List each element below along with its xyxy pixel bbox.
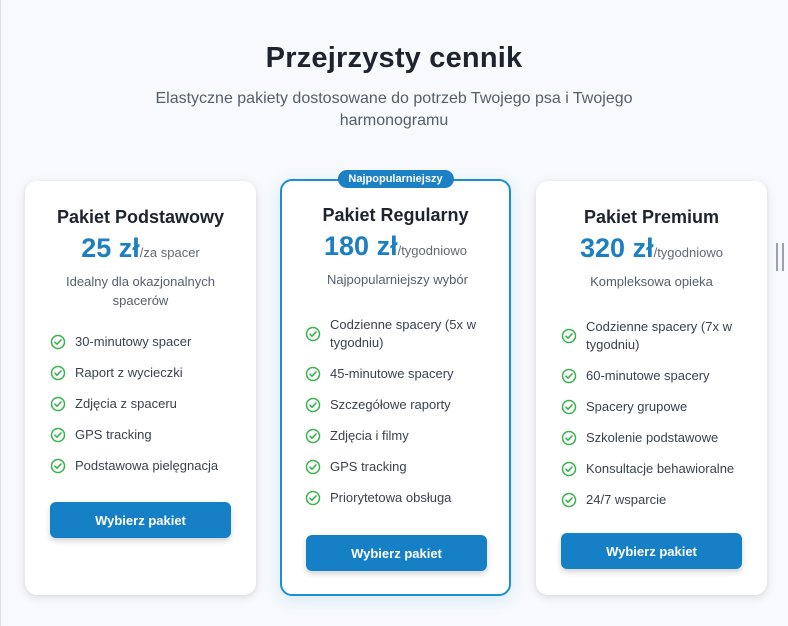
plan-price: 180 zł [324,231,398,261]
plan-price-row: 180 zł/tygodniowo [282,231,509,262]
plan-period: /za spacer [139,245,200,260]
feature-item: 45-minutowe spacery [305,365,495,383]
feature-label: Podstawowa pielęgnacja [75,458,219,473]
feature-label: Codzienne spacery (5x w tygodniu) [330,317,476,350]
feature-list: 30-minutowy spacer Raport z wycieczki Zd… [50,333,240,488]
feature-item: 24/7 wsparcie [561,491,751,509]
check-circle-icon [305,366,321,382]
popular-badge: Najpopularniejszy [337,170,454,188]
drag-handle-icon[interactable] [776,243,784,271]
page-edge [0,0,1,626]
feature-list: Codzienne spacery (5x w tygodniu) 45-min… [305,316,495,520]
pricing-card-premium: Pakiet Premium 320 zł/tygodniowo Komplek… [536,181,767,595]
page-subtitle: Elastyczne pakiety dostosowane do potrze… [155,90,633,129]
plan-price: 25 zł [81,233,140,263]
check-circle-icon [561,368,577,384]
feature-label: 30-minutowy spacer [75,334,192,349]
feature-item: Codzienne spacery (5x w tygodniu) [305,316,495,352]
feature-item: GPS tracking [50,426,240,444]
feature-item: Codzienne spacery (7x w tygodniu) [561,318,751,354]
feature-item: 60-minutowe spacery [561,367,751,385]
check-circle-icon [561,461,577,477]
feature-label: Szkolenie podstawowe [586,430,719,445]
choose-plan-button[interactable]: Wybierz pakiet [306,535,487,571]
feature-label: Priorytetowa obsługa [330,490,452,505]
feature-label: Szczegółowe raporty [330,397,451,412]
feature-item: Zdjęcia i filmy [305,427,495,445]
check-circle-icon [561,430,577,446]
feature-item: Szczegółowe raporty [305,396,495,414]
check-circle-icon [50,334,66,350]
feature-item: Raport z wycieczki [50,364,240,382]
check-circle-icon [305,397,321,413]
plan-period: /tygodniowo [397,243,467,258]
plan-description: Idealny dla okazjonalnych spacerów [66,274,215,308]
feature-item: Spacery grupowe [561,398,751,416]
feature-label: Konsultacje behawioralne [586,461,735,476]
plan-price-row: 320 zł/tygodniowo [536,233,767,264]
plan-name: Pakiet Regularny [322,205,469,225]
feature-label: GPS tracking [330,459,407,474]
feature-label: Zdjęcia z spaceru [75,396,177,411]
check-circle-icon [305,326,321,342]
feature-item: 30-minutowy spacer [50,333,240,351]
plan-price: 320 zł [580,233,654,263]
pricing-card-basic: Pakiet Podstawowy 25 zł/za spacer Idealn… [25,181,256,595]
pricing-card-regular: Najpopularniejszy Pakiet Regularny 180 z… [280,170,511,596]
page-title: Przejrzysty cennik [265,42,523,74]
feature-label: GPS tracking [75,427,152,442]
check-circle-icon [50,396,66,412]
feature-label: 45-minutowe spacery [330,366,454,381]
check-circle-icon [305,490,321,506]
feature-label: 24/7 wsparcie [586,492,667,507]
check-circle-icon [561,492,577,508]
plan-name: Pakiet Premium [583,207,720,227]
feature-label: Spacery grupowe [586,399,688,414]
feature-label: 60-minutowe spacery [586,368,710,383]
feature-label: Codzienne spacery (7x w tygodniu) [586,319,732,352]
feature-item: Priorytetowa obsługa [305,489,495,507]
feature-item: GPS tracking [305,458,495,476]
plan-price-row: 25 zł/za spacer [25,233,256,264]
plan-name: Pakiet Podstawowy [56,207,225,227]
plan-description: Kompleksowa opieka [590,274,713,289]
check-circle-icon [561,328,577,344]
check-circle-icon [305,459,321,475]
plan-description: Najpopularniejszy wybór [327,272,468,287]
feature-label: Zdjęcia i filmy [330,428,409,443]
check-circle-icon [561,399,577,415]
feature-item: Podstawowa pielęgnacja [50,457,240,475]
check-circle-icon [50,365,66,381]
feature-item: Zdjęcia z spaceru [50,395,240,413]
choose-plan-button[interactable]: Wybierz pakiet [561,533,742,569]
feature-label: Raport z wycieczki [75,365,183,380]
check-circle-icon [305,428,321,444]
feature-item: Szkolenie podstawowe [561,429,751,447]
plan-period: /tygodniowo [653,245,723,260]
choose-plan-button[interactable]: Wybierz pakiet [50,502,231,538]
feature-item: Konsultacje behawioralne [561,460,751,478]
check-circle-icon [50,427,66,443]
check-circle-icon [50,458,66,474]
feature-list: Codzienne spacery (7x w tygodniu) 60-min… [561,318,751,522]
